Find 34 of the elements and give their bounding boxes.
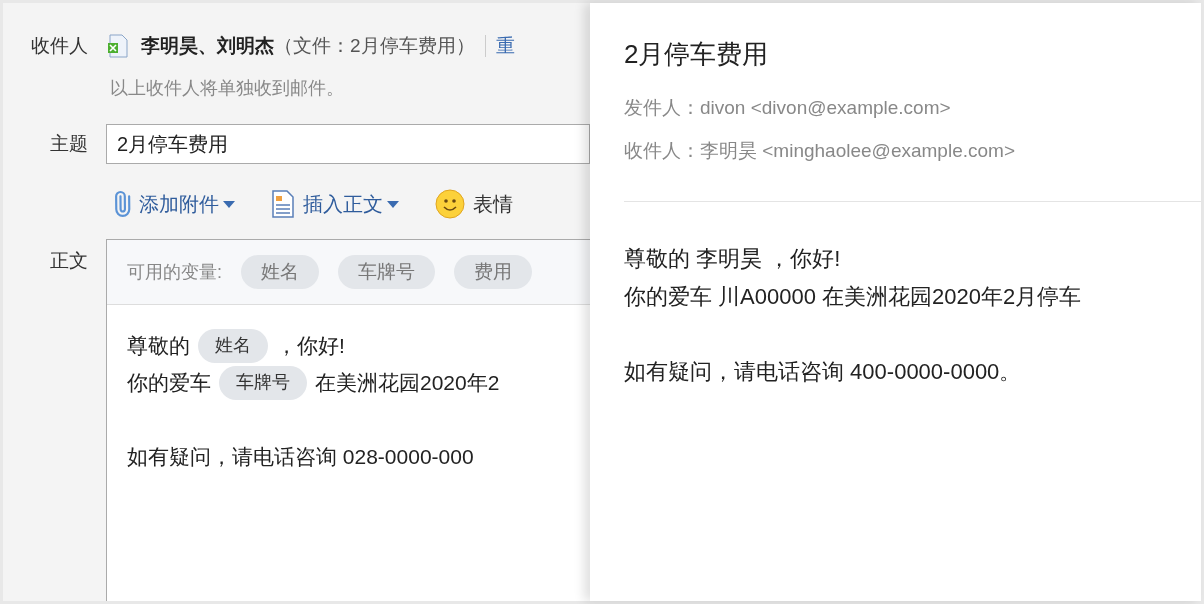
recipients-note: 以上收件人将单独收到邮件。 (110, 77, 345, 100)
reselect-link[interactable]: 重 (495, 31, 515, 61)
body-text: 尊敬的 (127, 332, 190, 359)
body-text: 如有疑问，请电话咨询 028-0000-000 (127, 443, 474, 470)
variable-tag: 姓名 (198, 328, 268, 363)
preview-body-text: 尊敬的 李明昊 ，你好! (624, 245, 842, 273)
smiley-icon (435, 189, 465, 219)
variable-chip[interactable]: 车牌号 (338, 255, 435, 289)
meta-label: 收件人： (624, 138, 700, 163)
body-text: ，你好! (276, 332, 345, 359)
recipient-names: 李明昊、刘明杰 (141, 33, 274, 58)
field-label: 收件人 (30, 33, 89, 58)
spreadsheet-file-icon (107, 34, 129, 58)
variable-tag: 车牌号 (219, 365, 307, 400)
toolbar-button[interactable]: 添加附件 (109, 189, 235, 219)
body-text: 在美洲花园2020年2 (315, 369, 500, 396)
field-label: 主题 (49, 131, 89, 156)
body-editor[interactable]: 可用的变量: 姓名 车牌号 费用 尊敬的 姓名 ，你好! 你的爱车 车牌号 在美洲花园2020年2 如有疑问，请电话咨询 028-0000-000 (106, 239, 590, 601)
file-note: （文件：2月停车费用） (274, 33, 475, 58)
toolbar-button[interactable]: 表情 (435, 189, 513, 219)
variable-chip[interactable]: 费用 (454, 255, 532, 289)
preview-title: 2月停车费用 (624, 38, 770, 71)
meta-label: 发件人： (624, 96, 700, 120)
toolbar-button[interactable]: 插入正文 (271, 189, 399, 219)
body-text: 你的爱车 (127, 369, 211, 396)
preview-body-text: 如有疑问，请电话咨询 400-0000-0000。 (624, 358, 1023, 386)
preview-body-text: 你的爱车 川A00000 在美洲花园2020年2月停车 (624, 283, 1083, 311)
variables-label: 可用的变量: (127, 260, 222, 284)
meta-value: divon <divon@example.com> (700, 96, 951, 120)
variable-chip[interactable]: 姓名 (241, 255, 319, 289)
document-icon (271, 190, 295, 218)
subject-field[interactable]: 2月停车费用 (106, 124, 590, 164)
meta-value: 李明昊 <minghaolee@example.com> (700, 138, 1015, 163)
field-label: 正文 (49, 249, 89, 273)
